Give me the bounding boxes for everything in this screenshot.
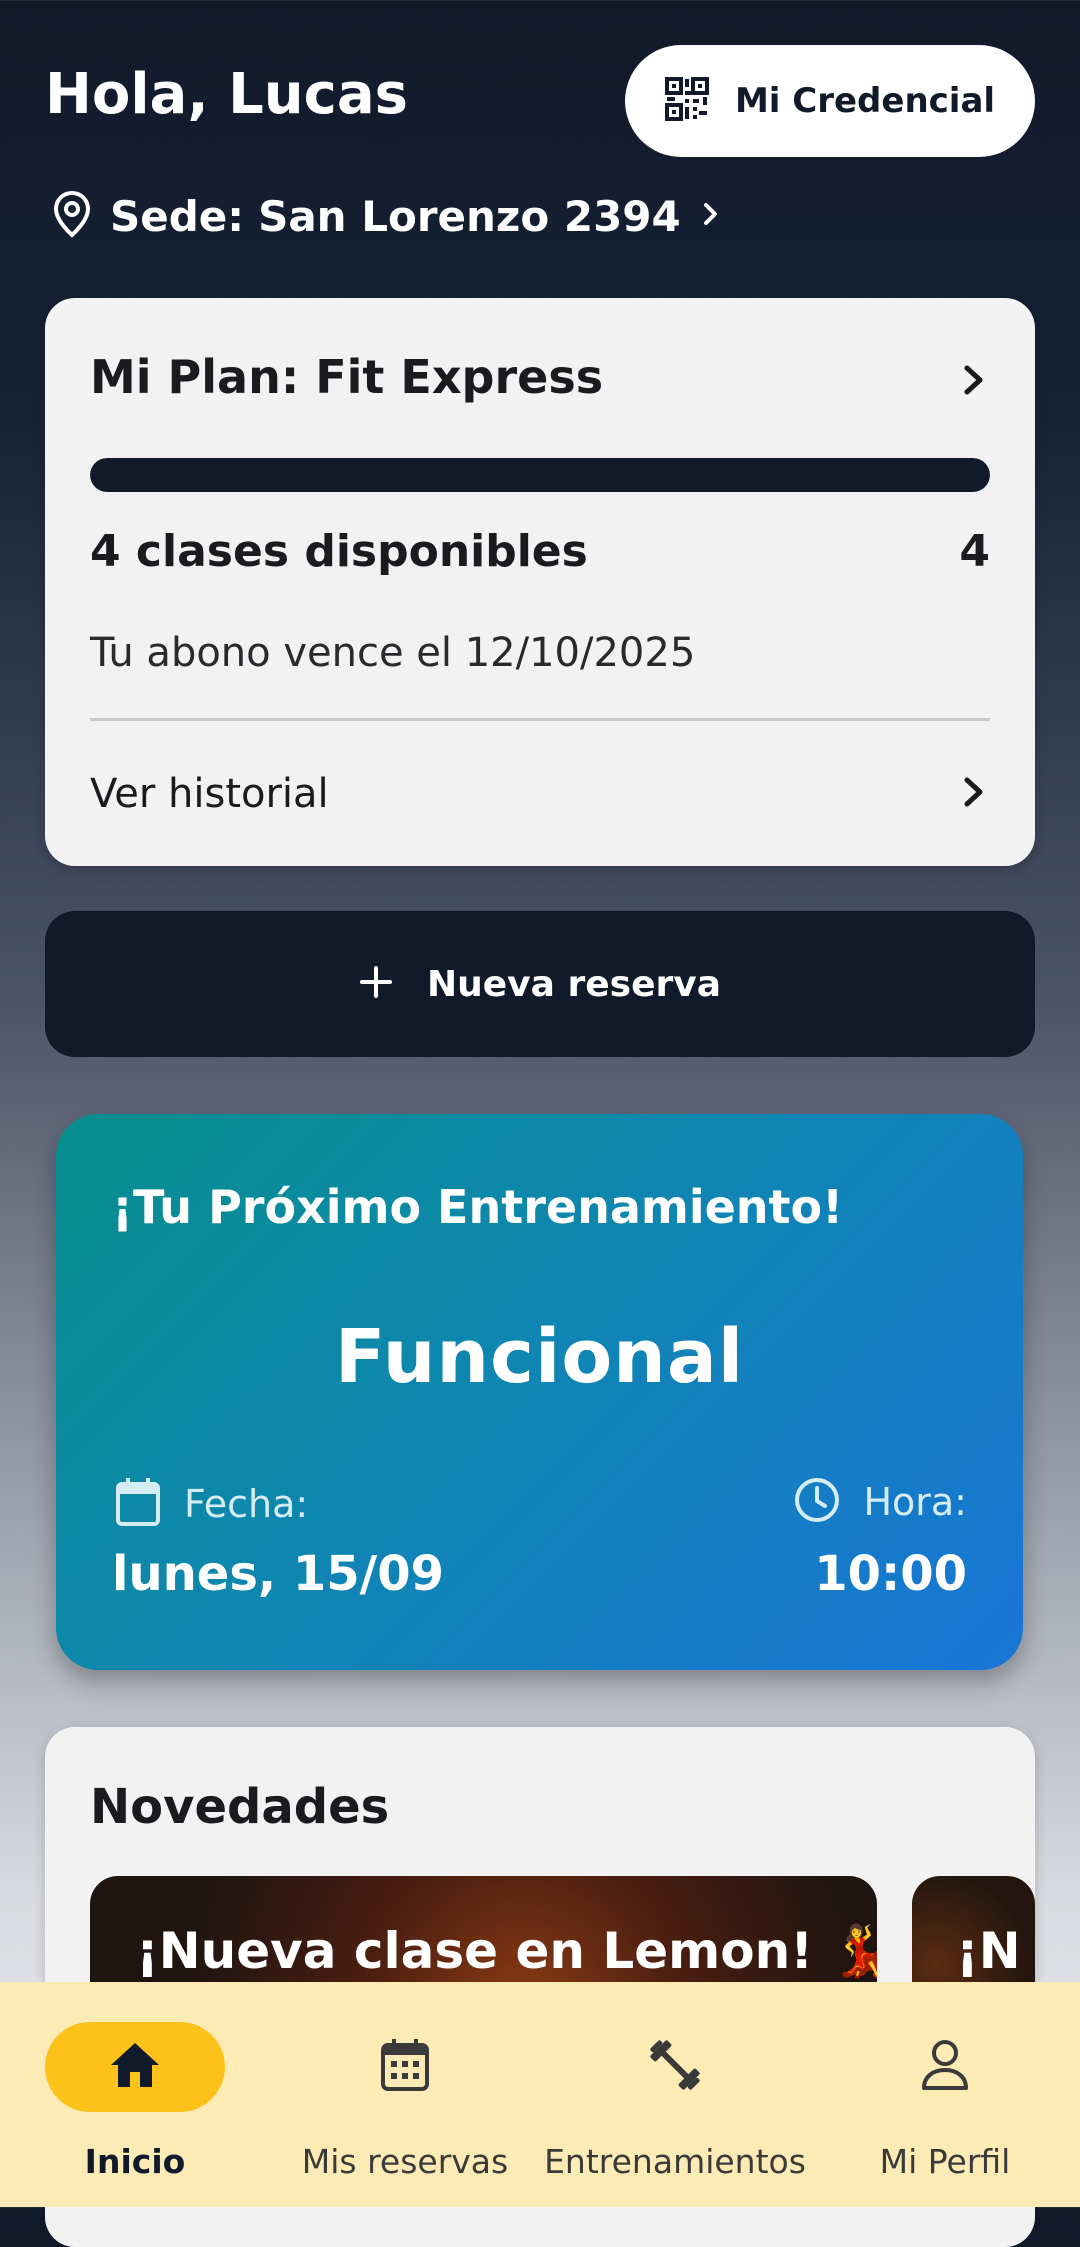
person-icon (919, 2038, 971, 2096)
classes-progress-bar (90, 458, 990, 492)
next-training-title: ¡Tu Próximo Entrenamiento! (112, 1180, 844, 1234)
nav-item-entrenamientos[interactable]: Entrenamientos (540, 1982, 810, 2207)
news-title: Novedades (90, 1779, 390, 1835)
time-label: Hora: (863, 1480, 967, 1524)
new-reservation-label: Nueva reserva (427, 963, 721, 1005)
chevron-right-icon (699, 199, 723, 233)
home-icon (108, 2040, 162, 2094)
view-history-row[interactable]: Ver historial (45, 721, 1035, 866)
news-item-title: ¡N (956, 1922, 1021, 1980)
nav-item-inicio[interactable]: Inicio (0, 1982, 270, 2207)
date-value: lunes, 15/09 (112, 1546, 444, 1602)
plan-expiry-text: Tu abono vence el 12/10/2025 (90, 630, 696, 676)
new-reservation-button[interactable]: Nueva reserva (45, 911, 1035, 1057)
plan-card: Mi Plan: Fit Express 4 clases disponible… (45, 298, 1035, 866)
chevron-right-icon (958, 772, 990, 816)
classes-available-label: 4 clases disponibles (90, 526, 588, 577)
plan-title[interactable]: Mi Plan: Fit Express (90, 350, 603, 404)
location-pin-icon (52, 190, 92, 242)
nav-label: Entrenamientos (544, 2142, 806, 2181)
classes-available-count: 4 (959, 526, 990, 577)
next-training-class: Funcional (334, 1314, 745, 1400)
date-label: Fecha: (184, 1482, 309, 1526)
location-name: San Lorenzo 2394 (258, 191, 681, 241)
next-training-card[interactable]: ¡Tu Próximo Entrenamiento! Funcional Fec… (56, 1114, 1023, 1670)
location-prefix: Sede: (110, 191, 245, 241)
credential-button[interactable]: Mi Credencial (625, 45, 1035, 157)
nav-label: Mis reservas (301, 2142, 509, 2181)
nav-item-mi-perfil[interactable]: Mi Perfil (810, 1982, 1080, 2207)
view-history-label: Ver historial (90, 770, 329, 817)
qr-code-icon (664, 77, 709, 125)
clock-icon (793, 1476, 841, 1528)
plus-icon (359, 965, 393, 1003)
dumbbell-icon (645, 2035, 705, 2099)
greeting-title: Hola, Lucas (45, 62, 408, 127)
nav-item-mis-reservas[interactable]: Mis reservas (270, 1982, 540, 2207)
calendar-icon (378, 2037, 432, 2097)
credential-button-label: Mi Credencial (734, 81, 996, 121)
nav-label: Inicio (84, 2142, 186, 2181)
location-selector[interactable]: Sede: San Lorenzo 2394 (52, 188, 723, 244)
classes-progress-fill (90, 458, 990, 492)
news-item-title: ¡Nueva clase en Lemon! 💃 (136, 1922, 877, 1980)
calendar-icon (114, 1476, 162, 1532)
bottom-navigation: Inicio Mis reservas Entrenamientos Mi Pe… (0, 1982, 1080, 2207)
nav-label: Mi Perfil (879, 2142, 1011, 2181)
chevron-right-icon[interactable] (958, 360, 990, 404)
time-value: 10:00 (814, 1546, 967, 1602)
